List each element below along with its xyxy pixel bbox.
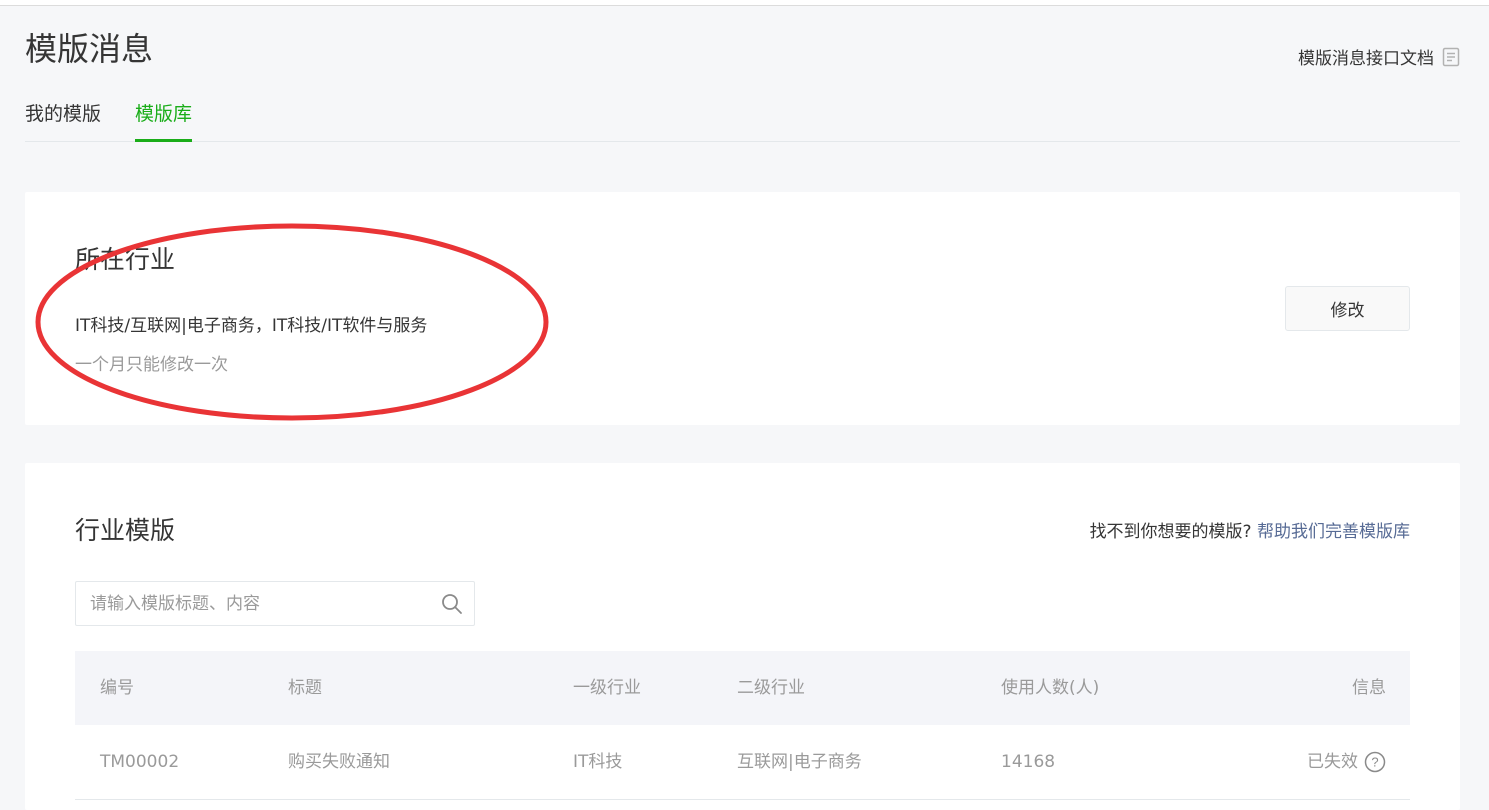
doc-link[interactable]: 模版消息接口文档 [1298,44,1460,69]
industry-card: 所在行业 IT科技/互联网|电子商务，IT科技/IT软件与服务 一个月只能修改一… [25,192,1460,425]
col-header-industry1: 一级行业 [573,678,641,698]
industry-value: IT科技/互联网|电子商务，IT科技/IT软件与服务 [75,316,428,336]
tab-template-library[interactable]: 模版库 [135,92,193,142]
row-title: 购买失败通知 [288,752,390,772]
help-line: 找不到你想要的模版? 帮助我们完善模版库 [1090,517,1410,542]
row-id: TM00002 [100,752,180,772]
tab-my-templates[interactable]: 我的模版 [25,92,101,142]
top-border [0,0,1489,6]
search-input[interactable] [76,582,436,625]
page-header: 模版消息 模版消息接口文档 [25,28,1460,70]
tab-bar: 我的模版 模版库 [25,92,1460,142]
industry-note: 一个月只能修改一次 [75,355,228,375]
table-header: 编号 标题 一级行业 二级行业 使用人数(人) 信息 [75,651,1410,725]
table-row[interactable]: TM00002 购买失败通知 IT科技 互联网|电子商务 14168 已失效 ? [75,725,1410,800]
industry-title: 所在行业 [75,245,176,274]
templates-table: 编号 标题 一级行业 二级行业 使用人数(人) 信息 TM00002 购买失败通… [75,651,1410,800]
doc-link-label: 模版消息接口文档 [1298,49,1434,69]
col-header-industry2: 二级行业 [737,678,805,698]
col-header-info: 信息 [1352,678,1386,698]
svg-text:?: ? [1371,755,1378,770]
search-box [75,581,475,626]
document-icon [1442,47,1460,66]
templates-title: 行业模版 [75,516,176,545]
row-info: 已失效 ? [1307,725,1386,799]
help-improve-link[interactable]: 帮助我们完善模版库 [1257,522,1410,542]
row-status: 已失效 [1307,752,1358,772]
templates-card: 行业模版 找不到你想要的模版? 帮助我们完善模版库 编号 标题 一级行业 二级行… [25,463,1460,810]
help-prefix: 找不到你想要的模版? [1089,522,1252,542]
modify-button[interactable]: 修改 [1285,286,1410,331]
col-header-title: 标题 [288,678,322,698]
col-header-users: 使用人数(人) [1001,678,1100,698]
search-icon[interactable] [440,592,464,616]
row-industry1: IT科技 [573,752,623,772]
question-icon[interactable]: ? [1364,751,1386,773]
page-title: 模版消息 [25,30,154,68]
col-header-id: 编号 [100,678,134,698]
row-industry2: 互联网|电子商务 [737,752,862,772]
row-users: 14168 [1001,752,1056,772]
